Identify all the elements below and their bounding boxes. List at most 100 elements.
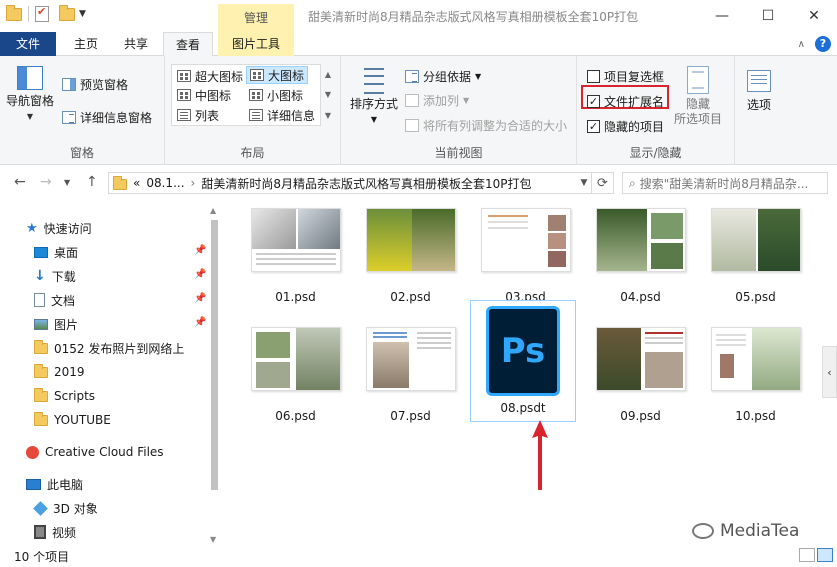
sidebar-item-folder-scripts[interactable]: Scripts [34,385,95,407]
details-pane-label: 详细信息窗格 [80,111,153,125]
close-button[interactable]: ✕ [791,0,837,32]
forward-icon[interactable]: → [40,174,52,190]
size-columns-icon [405,119,419,132]
file-name-extensions-toggle[interactable]: ✓ 文件扩展名 [587,93,664,110]
sort-by-button[interactable]: 排序方式 ▼ [347,66,401,127]
scroll-down-icon[interactable]: ▼ [210,535,216,544]
sidebar-item-this-pc[interactable]: 此电脑 [26,473,83,495]
layout-gallery-scroll[interactable]: ▲ ▼ ▼ [322,64,334,126]
tab-share[interactable]: 共享 [112,32,160,56]
add-columns-button[interactable]: 添加列 ▼ [405,92,469,109]
hidden-items-toggle[interactable]: ✓ 隐藏的项目 [587,118,664,135]
file-name: 04.psd [620,290,661,304]
preview-pane-button[interactable]: 预览窗格 [62,76,128,93]
sidebar-item-documents[interactable]: 文档 [34,289,75,311]
window-title: 甜美清新时尚8月精品杂志版式风格写真相册模板全套10P打包 [308,10,639,24]
help-icon[interactable]: ? [815,36,831,52]
file-item[interactable]: 05.psd [703,208,808,326]
layout-small-icons[interactable]: 小图标 [246,86,306,104]
file-item[interactable]: 07.psd [358,327,463,445]
folder-icon[interactable] [6,4,22,21]
group-by-button[interactable]: 分组依据 ▼ [405,68,481,85]
sidebar-item-desktop[interactable]: 桌面 [34,241,78,263]
hidden-items-checkbox[interactable]: ✓ [587,120,600,133]
pictures-icon [34,318,48,330]
small-icons-icon [249,89,263,101]
item-checkboxes-checkbox[interactable] [587,70,600,83]
layout-large-icons[interactable]: 大图标 [246,66,309,84]
scroll-up-icon[interactable]: ▲ [325,70,331,79]
properties-icon[interactable] [35,5,49,22]
layout-item-label: 小图标 [267,88,304,103]
pin-icon[interactable]: 📌 [194,269,206,280]
tab-home[interactable]: 主页 [62,32,110,56]
pin-icon[interactable]: 📌 [194,317,206,328]
tab-picture-tools[interactable]: 图片工具 [218,32,294,56]
back-icon[interactable]: ← [14,174,26,190]
sidebar-item-folder-2019[interactable]: 2019 [34,361,85,383]
sidebar-item-creative-cloud[interactable]: Creative Cloud Files [26,441,164,463]
layout-details[interactable]: 详细信息 [246,106,318,124]
hide-selected-button[interactable]: 隐藏 所选项目 [671,66,725,127]
layout-extra-large-icons[interactable]: 超大图标 [174,67,246,85]
new-folder-icon[interactable] [59,4,75,21]
collapse-ribbon-icon[interactable]: ∧ [798,39,805,50]
sidebar-item-folder-youtube[interactable]: YOUTUBE [34,409,111,431]
minimize-button[interactable]: — [699,0,745,32]
breadcrumb-current[interactable]: 甜美清新时尚8月精品杂志版式风格写真相册模板全套10P打包 [201,175,531,192]
scrollbar-thumb[interactable] [211,220,218,490]
scroll-down-icon[interactable]: ▼ [325,90,331,99]
details-pane-button[interactable]: 详细信息窗格 [62,109,152,126]
size-columns-button[interactable]: 将所有列调整为合适的大小 [405,117,567,134]
layout-medium-icons[interactable]: 中图标 [174,86,234,104]
large-icons-view-icon[interactable] [817,548,833,562]
sidebar-item-quick-access[interactable]: ★ 快速访问 [26,217,92,239]
file-item[interactable]: 02.psd [358,208,463,326]
tab-file[interactable]: 文件 [0,32,56,56]
details-view-icon[interactable] [799,548,815,562]
options-button[interactable]: 选项 [739,70,779,113]
file-item[interactable]: 04.psd [588,208,693,326]
sidebar-item-pictures[interactable]: 图片 [34,313,78,335]
file-item[interactable]: 09.psd [588,327,693,445]
folder-icon [34,339,48,354]
breadcrumb-parent[interactable]: 08.1... [146,176,184,190]
customize-toolbar-dropdown-icon[interactable]: ▼ [79,9,86,19]
computer-icon [26,478,41,490]
sidebar-item-folder-0152[interactable]: 0152 发布照片到网络上 [34,337,184,359]
breadcrumb-overflow[interactable]: « [133,176,140,190]
window-controls: — ☐ ✕ [699,0,837,32]
pin-icon[interactable]: 📌 [194,245,206,256]
address-bar[interactable]: « 08.1... › 甜美清新时尚8月精品杂志版式风格写真相册模板全套10P打… [108,172,592,194]
ribbon-tab-tools: ∧ ? [798,36,831,52]
address-dropdown-icon[interactable]: ▼ [576,172,592,194]
navigation-pane-button[interactable]: 导航窗格 ▼ [4,66,56,124]
refresh-icon[interactable]: ⟳ [592,172,614,194]
up-icon[interactable]: ↑ [86,174,98,190]
maximize-button[interactable]: ☐ [745,0,791,32]
large-icons-icon [250,69,264,81]
sidebar-item-downloads[interactable]: ↓ 下载 [34,265,76,287]
sidebar-item-videos[interactable]: 视频 [34,521,76,543]
file-item-selected[interactable]: Ps 08.psdt [470,300,576,422]
file-thumbnail [365,208,456,272]
item-checkboxes-label: 项目复选框 [604,70,665,84]
expand-gallery-icon[interactable]: ▼ [325,111,331,120]
item-checkboxes-toggle[interactable]: 项目复选框 [587,68,664,85]
item-count: 10 个项目 [14,550,70,564]
file-item[interactable]: 10.psd [703,327,808,445]
search-box[interactable]: ⌕ 搜索"甜美清新时尚8月精品杂... [622,172,828,194]
file-thumbnail [365,327,456,391]
details-pane-toggle-icon[interactable]: ‹ [822,346,837,398]
sidebar-item-3d-objects[interactable]: 3D 对象 [33,497,98,519]
recent-locations-icon[interactable]: ▼ [64,178,70,187]
sidebar-scrollbar[interactable]: ▲ ▼ [207,206,222,544]
toolbar-separator [28,6,29,22]
layout-list[interactable]: 列表 [174,106,222,124]
file-item[interactable]: 06.psd [243,327,348,445]
tab-view[interactable]: 查看 [163,32,214,57]
pin-icon[interactable]: 📌 [194,293,206,304]
file-item[interactable]: 01.psd [243,208,348,326]
scroll-up-icon[interactable]: ▲ [210,206,216,215]
file-name-extensions-checkbox[interactable]: ✓ [587,95,600,108]
